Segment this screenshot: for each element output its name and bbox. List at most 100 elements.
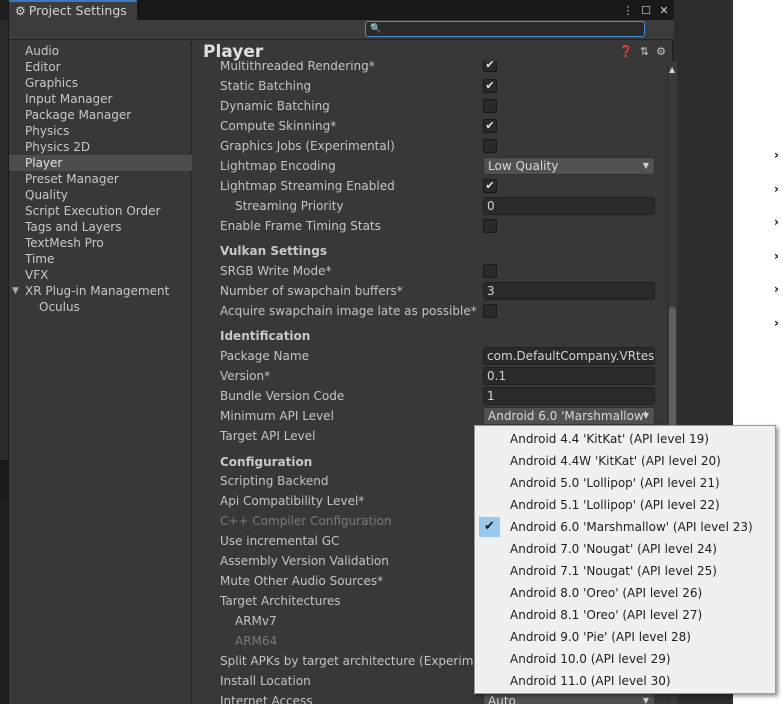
label-minimum-api-level: Minimum API Level [220,409,334,423]
sidebar-item-input-manager[interactable]: Input Manager [9,91,192,107]
sidebar-item-time[interactable]: Time [9,251,192,267]
label-assembly-version-validation: Assembly Version Validation [220,554,389,568]
chevron-down-icon: ▼ [642,696,649,704]
label-scripting-backend: Scripting Backend [220,474,329,488]
chevron-right-icon[interactable]: › [774,215,783,229]
search-row: 🔍 [9,20,674,40]
search-input[interactable]: 🔍 [365,21,645,37]
input-package-name[interactable]: com.DefaultCompany.VRtest [483,347,655,365]
sidebar-item-physics[interactable]: Physics [9,123,192,139]
label-srgb-write-mode: SRGB Write Mode* [220,264,332,278]
search-icon: 🔍 [370,24,382,34]
maximize-icon[interactable]: ☐ [640,4,652,17]
menu-item-label: Android 6.0 'Marshmallow' (API level 23) [510,520,753,534]
label-arm64: ARM64 [235,634,278,648]
menu-item-api-22[interactable]: Android 5.1 'Lollipop' (API level 22) [476,494,774,516]
label-split-apks: Split APKs by target architecture (Exper… [220,654,509,668]
expand-triangle-icon[interactable]: ▼ [12,283,19,299]
input-streaming-priority[interactable]: 0 [483,197,655,215]
label-target-architectures: Target Architectures [220,594,341,608]
chevron-right-icon[interactable]: › [774,316,783,330]
scroll-up-arrow-icon[interactable]: ▲ [669,65,675,74]
settings-sidebar: Audio Editor Graphics Input Manager Pack… [9,41,192,704]
checkbox-static-batching[interactable]: ✔ [483,79,497,93]
sidebar-item-graphics[interactable]: Graphics [9,75,192,91]
window-tab-bar: ⚙ Project Settings ⋮ ☐ ✕ [9,0,674,20]
section-header-configuration: Configuration [220,455,313,469]
dropdown-lightmap-encoding[interactable]: Low Quality ▼ [483,157,655,175]
label-multithreaded-rendering: Multithreaded Rendering* [220,61,375,73]
tab-title: Project Settings [28,3,127,18]
chevron-right-icon[interactable]: › [774,148,783,162]
sidebar-item-audio[interactable]: Audio [9,43,192,59]
label-package-name: Package Name [220,349,309,363]
menu-item-api-27[interactable]: Android 8.1 'Oreo' (API level 27) [476,604,774,626]
sidebar-item-package-manager[interactable]: Package Manager [9,107,192,123]
screen: › › › › › › ⚙ Project Settings ⋮ ☐ ✕ 🔍 Au… [0,0,783,704]
label-lightmap-streaming: Lightmap Streaming Enabled [220,179,395,193]
label-mute-other-audio: Mute Other Audio Sources* [220,574,384,588]
background-strip [0,460,8,500]
sidebar-item-editor[interactable]: Editor [9,59,192,75]
checkbox-frame-timing-stats[interactable] [483,219,497,233]
sidebar-item-xr-plugin-management[interactable]: ▼ XR Plug-in Management [9,283,192,299]
more-options-icon[interactable]: ⋮ [622,4,634,17]
label-swapchain-buffers: Number of swapchain buffers* [220,284,403,298]
gear-icon[interactable]: ⚙ [656,45,666,58]
dropdown-value: Android 6.0 'Marshmallow' [488,409,648,423]
preset-sliders-icon[interactable]: ⇅ [640,45,649,58]
checkmark-icon: ✔ [479,517,500,537]
label-version: Version* [220,369,271,383]
section-header-vulkan: Vulkan Settings [220,244,327,258]
sidebar-item-oculus[interactable]: Oculus [9,299,192,315]
checkbox-multithreaded-rendering[interactable]: ✔ [483,61,497,72]
label-streaming-priority: Streaming Priority [235,199,344,213]
tab-project-settings[interactable]: ⚙ Project Settings [9,0,137,20]
section-header-identification: Identification [220,329,311,343]
label-compute-skinning: Compute Skinning* [220,119,337,133]
checkbox-srgb-write-mode[interactable] [483,264,497,278]
label-api-compatibility-level: Api Compatibility Level* [220,494,365,508]
sidebar-item-player[interactable]: Player [9,155,192,171]
chevron-down-icon: ▼ [642,161,649,170]
menu-item-api-21[interactable]: Android 5.0 'Lollipop' (API level 21) [476,472,774,494]
menu-item-api-28[interactable]: Android 9.0 'Pie' (API level 28) [476,626,774,648]
checkbox-acquire-swapchain-late[interactable] [483,304,497,318]
chevron-right-icon[interactable]: › [774,182,783,196]
menu-item-api-26[interactable]: Android 8.0 'Oreo' (API level 26) [476,582,774,604]
page-title: Player [203,42,264,62]
sidebar-item-physics-2d[interactable]: Physics 2D [9,139,192,155]
sidebar-item-tags-and-layers[interactable]: Tags and Layers [9,219,192,235]
dropdown-minimum-api-level[interactable]: Android 6.0 'Marshmallow' ▼ [483,407,655,425]
close-icon[interactable]: ✕ [658,4,670,17]
menu-item-api-23[interactable]: ✔ Android 6.0 'Marshmallow' (API level 23… [476,516,774,538]
checkbox-lightmap-streaming[interactable]: ✔ [483,179,497,193]
gear-icon: ⚙ [15,4,26,18]
sidebar-item-preset-manager[interactable]: Preset Manager [9,171,192,187]
menu-item-api-30[interactable]: Android 11.0 (API level 30) [476,670,774,692]
sidebar-item-quality[interactable]: Quality [9,187,192,203]
input-bundle-version-code[interactable]: 1 [483,387,655,405]
input-swapchain-buffers[interactable]: 3 [483,282,655,300]
input-version[interactable]: 0.1 [483,367,655,385]
menu-item-api-20[interactable]: Android 4.4W 'KitKat' (API level 20) [476,450,774,472]
background-left [0,0,8,704]
label-acquire-swapchain-late: Acquire swapchain image late as possible… [220,304,477,318]
menu-item-api-25[interactable]: Android 7.1 'Nougat' (API level 25) [476,560,774,582]
chevron-down-icon: ▼ [642,411,649,420]
label-cpp-compiler-configuration: C++ Compiler Configuration [220,514,392,528]
sidebar-item-textmesh-pro[interactable]: TextMesh Pro [9,235,192,251]
chevron-right-icon[interactable]: › [774,249,783,263]
chevron-right-icon[interactable]: › [774,282,783,296]
help-icon[interactable]: ❓ [619,45,633,58]
checkbox-compute-skinning[interactable]: ✔ [483,119,497,133]
menu-item-api-19[interactable]: Android 4.4 'KitKat' (API level 19) [476,428,774,450]
checkbox-dynamic-batching[interactable] [483,99,497,113]
checkbox-graphics-jobs[interactable] [483,139,497,153]
menu-item-api-29[interactable]: Android 10.0 (API level 29) [476,648,774,670]
sidebar-item-script-execution-order[interactable]: Script Execution Order [9,203,192,219]
sidebar-item-vfx[interactable]: VFX [9,267,192,283]
api-level-popup-menu: Android 4.4 'KitKat' (API level 19) Andr… [474,425,776,694]
menu-item-api-24[interactable]: Android 7.0 'Nougat' (API level 24) [476,538,774,560]
label-armv7: ARMv7 [235,614,277,628]
